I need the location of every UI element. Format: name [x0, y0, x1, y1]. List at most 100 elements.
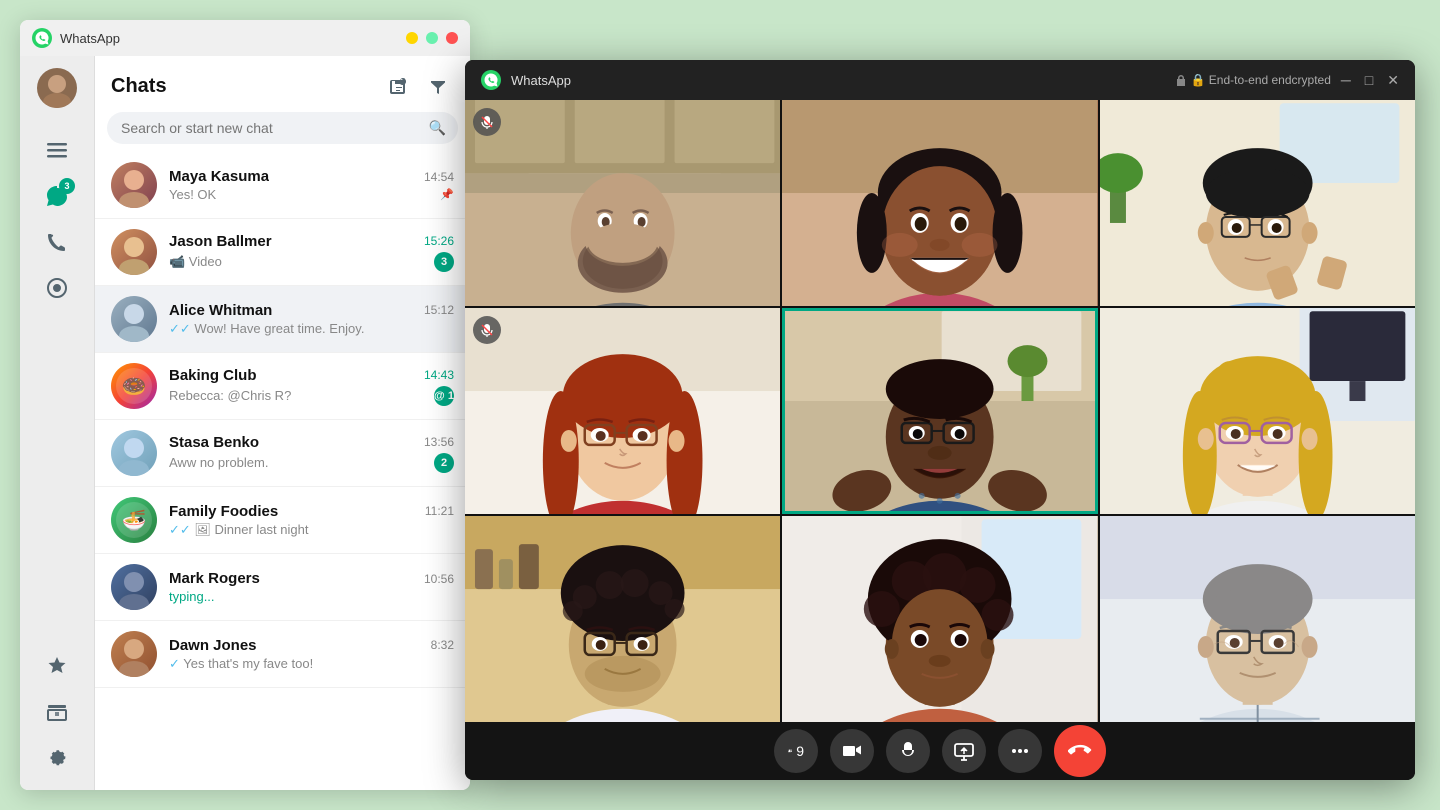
participants-count-label: 9: [796, 743, 804, 759]
video-cell-5: [782, 308, 1097, 514]
chat-time-jason: 15:26: [424, 234, 454, 248]
search-icon: 🔍: [429, 120, 446, 137]
whatsapp-call-logo-icon: [481, 70, 501, 90]
call-maximize-button[interactable]: □: [1365, 72, 1373, 88]
chat-item-alice[interactable]: Alice Whitman 15:12 ✓✓ Wow! Have great t…: [95, 286, 470, 353]
person-video-5: [782, 308, 1097, 514]
chat-item-mark[interactable]: Mark Rogers 10:56 typing...: [95, 554, 470, 621]
minimize-button[interactable]: [406, 32, 418, 44]
maximize-button[interactable]: [426, 32, 438, 44]
chat-name-mark: Mark Rogers: [169, 570, 260, 587]
chat-badge-stasa: 2: [434, 453, 454, 473]
chats-title: Chats: [111, 75, 374, 98]
calls-nav-button[interactable]: [37, 222, 77, 262]
chat-name-alice: Alice Whitman: [169, 302, 272, 319]
call-close-button[interactable]: ✕: [1387, 72, 1399, 89]
chat-content-stasa: Stasa Benko 13:56 Aww no problem. 2: [169, 434, 454, 473]
chat-preview-maya: Yes! OK: [169, 187, 434, 202]
pin-icon-maya: 📌: [440, 188, 454, 201]
chat-item-family[interactable]: 🍜 Family Foodies 11:21 ✓✓ 🖼 Dinner last …: [95, 487, 470, 554]
svg-text:🍩: 🍩: [122, 376, 147, 398]
new-chat-button[interactable]: [382, 70, 414, 102]
avatar-maya: [111, 162, 157, 208]
main-window: WhatsApp 3: [20, 20, 470, 790]
avatar-mark: [111, 564, 157, 610]
person-video-3: [1100, 100, 1415, 306]
avatar-family: 🍜: [111, 497, 157, 543]
window-title: WhatsApp: [60, 31, 398, 46]
person-video-7: [465, 516, 780, 722]
chat-time-alice: 15:12: [424, 303, 454, 317]
chat-content-family: Family Foodies 11:21 ✓✓ 🖼 Dinner last ni…: [169, 503, 454, 538]
settings-nav-button[interactable]: [37, 738, 77, 778]
chat-content-baking: Baking Club 14:43 Rebecca: @Chris R? @ 1: [169, 367, 454, 406]
e2e-indicator: 🔒 End-to-end endcrypted: [1175, 73, 1331, 87]
chats-nav-button[interactable]: 3: [37, 176, 77, 216]
video-cell-8: [782, 516, 1097, 722]
chat-item-maya[interactable]: Maya Kasuma 14:54 Yes! OK 📌: [95, 152, 470, 219]
chat-item-jason[interactable]: Jason Ballmer 15:26 📹 Video 3: [95, 219, 470, 286]
chat-content-dawn: Dawn Jones 8:32 ✓ Yes that's my fave too…: [169, 637, 454, 672]
person-video-9: [1100, 516, 1415, 722]
chat-time-baking: 14:43: [424, 368, 454, 382]
chat-content-mark: Mark Rogers 10:56 typing...: [169, 570, 454, 604]
mic-toggle-button[interactable]: [886, 729, 930, 773]
chat-content-jason: Jason Ballmer 15:26 📹 Video 3: [169, 233, 454, 272]
chat-time-stasa: 13:56: [424, 435, 454, 449]
avatar-alice: [111, 296, 157, 342]
call-window-controls: ─ □ ✕: [1341, 72, 1399, 89]
chat-badge-baking: @ 1: [434, 386, 454, 406]
chat-name-dawn: Dawn Jones: [169, 637, 257, 654]
chat-name-stasa: Stasa Benko: [169, 434, 259, 451]
person-video-4: [465, 308, 780, 514]
chats-panel: Chats 🔍 Maya Kasuma 14:54: [95, 56, 470, 790]
chat-preview-jason: 📹 Video: [169, 254, 426, 270]
avatar-dawn: [111, 631, 157, 677]
person-video-8: [782, 516, 1097, 722]
chat-preview-alice: ✓✓ Wow! Have great time. Enjoy.: [169, 321, 454, 337]
end-call-button[interactable]: [1054, 725, 1106, 777]
chat-content-maya: Maya Kasuma 14:54 Yes! OK 📌: [169, 168, 454, 202]
video-cell-9: [1100, 516, 1415, 722]
more-options-button[interactable]: [998, 729, 1042, 773]
window-controls: [406, 32, 458, 44]
participants-button[interactable]: 9: [774, 729, 818, 773]
chat-name-jason: Jason Ballmer: [169, 233, 272, 250]
whatsapp-logo-icon: [32, 28, 52, 48]
person-video-6: [1100, 308, 1415, 514]
chats-header: Chats: [95, 56, 470, 112]
person-video-2: [782, 100, 1097, 306]
chat-item-stasa[interactable]: Stasa Benko 13:56 Aww no problem. 2: [95, 420, 470, 487]
chat-preview-mark: typing...: [169, 589, 454, 604]
call-title-bar: WhatsApp 🔒 End-to-end endcrypted ─ □ ✕: [465, 60, 1415, 100]
chat-badge-jason: 3: [434, 252, 454, 272]
chat-time-dawn: 8:32: [431, 638, 454, 652]
video-cell-7: [465, 516, 780, 722]
call-controls: 9: [465, 722, 1415, 780]
video-cell-1: [465, 100, 780, 306]
status-nav-button[interactable]: [37, 268, 77, 308]
chat-item-dawn[interactable]: Dawn Jones 8:32 ✓ Yes that's my fave too…: [95, 621, 470, 688]
user-avatar[interactable]: [37, 68, 77, 108]
chat-preview-stasa: Aww no problem.: [169, 455, 426, 470]
video-cell-3: [1100, 100, 1415, 306]
archived-nav-button[interactable]: [37, 692, 77, 732]
call-minimize-button[interactable]: ─: [1341, 72, 1351, 88]
close-button[interactable]: [446, 32, 458, 44]
video-toggle-button[interactable]: [830, 729, 874, 773]
filter-button[interactable]: [422, 70, 454, 102]
call-window-title: WhatsApp: [511, 73, 1165, 88]
avatar-baking: 🍩: [111, 363, 157, 409]
chat-time-maya: 14:54: [424, 170, 454, 184]
hamburger-menu-button[interactable]: [37, 130, 77, 170]
sidebar: 3: [20, 56, 95, 790]
video-cell-4: [465, 308, 780, 514]
starred-nav-button[interactable]: [37, 646, 77, 686]
chat-time-family: 11:21: [425, 504, 454, 518]
avatar-stasa: [111, 430, 157, 476]
screen-share-button[interactable]: [942, 729, 986, 773]
search-input[interactable]: [107, 112, 458, 144]
chat-list: Maya Kasuma 14:54 Yes! OK 📌 Jason Ball: [95, 152, 470, 790]
call-window: WhatsApp 🔒 End-to-end endcrypted ─ □ ✕: [465, 60, 1415, 780]
chat-item-baking[interactable]: 🍩 Baking Club 14:43 Rebecca: @Chris R? @…: [95, 353, 470, 420]
